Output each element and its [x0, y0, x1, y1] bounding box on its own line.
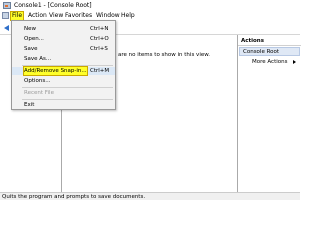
menu-item-recent-file: Recent File	[24, 90, 54, 96]
mmc-app-icon	[3, 2, 11, 9]
file-menu-dropdown: New Ctrl+N Open... Ctrl+O Save Ctrl+S Sa…	[11, 20, 116, 110]
menu-item-exit[interactable]: Exit	[12, 101, 115, 109]
menu-action[interactable]: Action	[27, 12, 48, 20]
menu-item-new[interactable]: New Ctrl+N	[12, 25, 115, 33]
menu-window[interactable]: Window	[95, 12, 121, 20]
actions-section-console-root[interactable]: Console Root	[239, 47, 300, 56]
title-bar: Console1 - [Console Root]	[0, 0, 300, 11]
menu-separator	[22, 65, 113, 66]
empty-view-message: are no items to show in this view.	[118, 52, 210, 58]
menu-item-add-remove-snap-in[interactable]: Add/Remove Snap-in... Ctrl+M	[12, 66, 115, 76]
menu-item-open[interactable]: Open... Ctrl+O	[12, 35, 115, 43]
menu-view[interactable]: View	[48, 12, 64, 20]
menu-item-save[interactable]: Save Ctrl+S	[12, 45, 115, 53]
menu-item-save-as[interactable]: Save As...	[12, 55, 115, 63]
back-arrow-icon[interactable]	[3, 24, 10, 31]
actions-header: Actions	[238, 37, 301, 46]
console-icon[interactable]	[2, 12, 9, 19]
menu-favorites[interactable]: Favorites	[64, 12, 93, 20]
menu-separator	[22, 99, 113, 100]
more-actions-item[interactable]: More Actions	[252, 59, 287, 65]
menu-file[interactable]: File	[9, 11, 25, 21]
actions-pane: Actions Console Root More Actions	[237, 35, 301, 192]
menu-item-options[interactable]: Options...	[12, 77, 115, 85]
submenu-arrow-icon	[293, 60, 296, 64]
status-bar: Quits the program and prompts to save do…	[0, 192, 300, 200]
window-title: Console1 - [Console Root]	[14, 2, 92, 9]
menu-separator	[22, 87, 113, 88]
menu-help[interactable]: Help	[120, 12, 136, 20]
